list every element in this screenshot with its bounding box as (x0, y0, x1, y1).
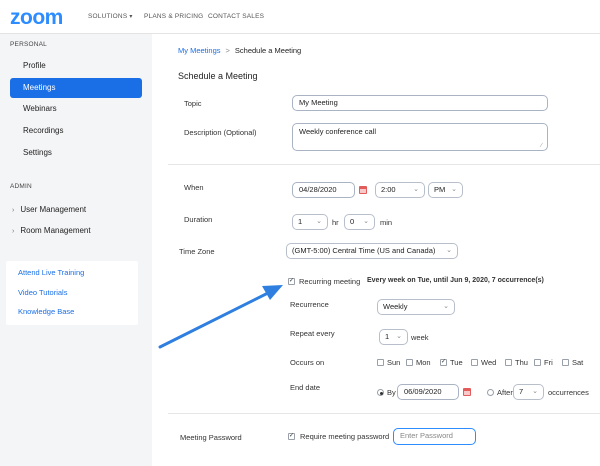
annotation-arrow (158, 285, 283, 349)
